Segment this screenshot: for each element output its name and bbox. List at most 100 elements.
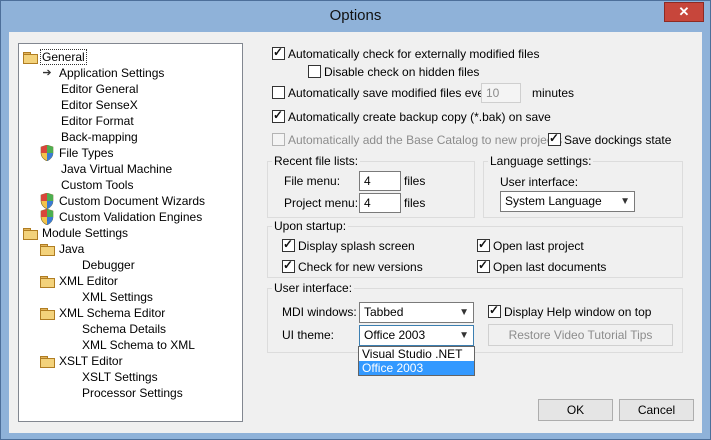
chevron-down-icon: ▼ (459, 307, 469, 318)
tree-item[interactable]: Schema Details (80, 321, 168, 337)
language-settings-title: Language settings: (488, 154, 594, 168)
open-last-documents-checkbox[interactable] (477, 258, 490, 273)
tree-item[interactable]: Debugger (80, 257, 137, 273)
base-catalog-label[interactable]: Automatically add the Base Catalog to ne… (288, 133, 562, 147)
tree-item-label: XML Editor (59, 274, 118, 288)
language-select-value: System Language (505, 194, 602, 208)
ui-theme-value: Office 2003 (364, 328, 426, 342)
tree-item-label: XSLT Settings (82, 370, 158, 384)
tree-item-label: XML Settings (82, 290, 153, 304)
mdi-windows-select[interactable]: Tabbed ▼ (359, 302, 474, 323)
auto-save-checkbox[interactable] (272, 86, 285, 99)
tree-item-label: Editor SenseX (61, 98, 138, 112)
base-catalog-checkbox[interactable] (272, 133, 285, 146)
language-select[interactable]: System Language ▼ (500, 191, 635, 212)
close-button[interactable]: ✕ (664, 2, 704, 22)
tree-item[interactable]: File Types (39, 145, 115, 161)
tree-item[interactable]: Editor Format (59, 113, 136, 129)
tree-item-label: Module Settings (42, 226, 129, 240)
project-menu-count-field[interactable]: 4 (359, 193, 401, 213)
title-bar[interactable]: Options ✕ (1, 1, 710, 32)
tree-item-label: XML Schema Editor (59, 306, 166, 320)
folder-icon (39, 241, 55, 257)
tree-item-label: Custom Tools (61, 178, 134, 192)
tree-item-label: Back-mapping (61, 130, 138, 144)
cancel-button[interactable]: Cancel (619, 399, 694, 421)
backup-label[interactable]: Automatically create backup copy (*.bak)… (288, 110, 551, 124)
open-last-project-checkbox[interactable] (477, 237, 490, 252)
auto-save-minutes-field[interactable]: 10 (481, 83, 521, 103)
ui-theme-dropdown-list[interactable]: Visual Studio .NET Office 2003 (358, 346, 475, 376)
tree-item-label: Custom Validation Engines (59, 210, 203, 224)
tree-item[interactable]: ➔ Application Settings (39, 65, 166, 81)
splash-label[interactable]: Display splash screen (298, 239, 415, 253)
ui-theme-select[interactable]: Office 2003 ▼ (359, 325, 474, 346)
help-on-top-checkbox[interactable] (488, 303, 501, 318)
tree-item[interactable]: Java Virtual Machine (59, 161, 174, 177)
tree-item-label: Java (59, 242, 85, 256)
save-dockings-label[interactable]: Save dockings state (564, 133, 671, 147)
tree-item-label: Editor General (61, 82, 139, 96)
tree-item[interactable]: Custom Tools (59, 177, 135, 193)
tree-item-label: Application Settings (59, 66, 165, 80)
options-dialog: Options ✕ General ➔ Application Settings Ed… (0, 0, 711, 440)
disable-hidden-label[interactable]: Disable check on hidden files (324, 65, 479, 79)
shield-icon (39, 145, 55, 161)
tree-item-label: XML Schema to XML (82, 338, 195, 352)
ui-theme-option[interactable]: Office 2003 (359, 361, 474, 375)
open-last-project-label[interactable]: Open last project (493, 239, 584, 253)
check-versions-checkbox[interactable] (282, 258, 295, 273)
shield-icon (39, 209, 55, 225)
backup-checkbox[interactable] (272, 108, 285, 123)
tree-item[interactable]: XML Schema Editor (39, 305, 167, 321)
chevron-down-icon: ▼ (620, 196, 630, 207)
tree-item[interactable]: XSLT Settings (80, 369, 160, 385)
ok-button[interactable]: OK (538, 399, 613, 421)
tree-item-label: Java Virtual Machine (61, 162, 173, 176)
tree-item[interactable]: XML Settings (80, 289, 155, 305)
file-menu-count-field[interactable]: 4 (359, 171, 401, 191)
dialog-client-area: General ➔ Application Settings Editor Gener… (9, 32, 702, 433)
help-on-top-label[interactable]: Display Help window on top (504, 305, 651, 319)
save-dockings-checkbox[interactable] (548, 131, 561, 146)
auto-save-label[interactable]: Automatically save modified files every (288, 86, 494, 100)
tree-item-label: XSLT Editor (59, 354, 123, 368)
options-tree[interactable]: General ➔ Application Settings Editor Gener… (18, 43, 243, 422)
mdi-windows-label: MDI windows: (282, 305, 357, 319)
tree-item-label: Custom Document Wizards (59, 194, 206, 208)
user-interface-language-label: User interface: (500, 175, 579, 189)
tree-item[interactable]: Custom Validation Engines (39, 209, 204, 225)
folder-icon (22, 225, 38, 241)
current-arrow-icon: ➔ (42, 67, 52, 79)
restore-video-tips-button[interactable]: Restore Video Tutorial Tips (488, 324, 673, 346)
ui-theme-option[interactable]: Visual Studio .NET (359, 347, 474, 361)
tree-item-label: Processor Settings (82, 386, 183, 400)
shield-icon (39, 193, 55, 209)
tree-item[interactable]: Java (39, 241, 86, 257)
window-title: Options (329, 7, 382, 24)
check-versions-label[interactable]: Check for new versions (298, 260, 423, 274)
folder-icon (39, 353, 55, 369)
ui-theme-label: UI theme: (282, 328, 335, 342)
tree-item[interactable]: XML Editor (39, 273, 120, 289)
tree-item[interactable]: XML Schema to XML (80, 337, 197, 353)
tree-item[interactable]: General (22, 49, 87, 65)
tree-item[interactable]: Editor SenseX (59, 97, 140, 113)
file-menu-label: File menu: (284, 174, 341, 188)
tree-item[interactable]: Module Settings (22, 225, 130, 241)
tree-item-label: General (40, 49, 87, 65)
disable-hidden-checkbox[interactable] (308, 65, 321, 78)
startup-title: Upon startup: (272, 219, 349, 233)
project-menu-label: Project menu: (284, 196, 359, 210)
tree-item[interactable]: Back-mapping (59, 129, 140, 145)
tree-item[interactable]: Processor Settings (80, 385, 185, 401)
open-last-documents-label[interactable]: Open last documents (493, 260, 606, 274)
auto-check-label[interactable]: Automatically check for externally modif… (288, 47, 539, 61)
tree-item[interactable]: Editor General (59, 81, 140, 97)
chevron-down-icon: ▼ (459, 330, 469, 341)
auto-check-checkbox[interactable] (272, 45, 285, 60)
tree-item-label: File Types (59, 146, 114, 160)
splash-checkbox[interactable] (282, 237, 295, 252)
tree-item[interactable]: Custom Document Wizards (39, 193, 207, 209)
tree-item[interactable]: XSLT Editor (39, 353, 125, 369)
